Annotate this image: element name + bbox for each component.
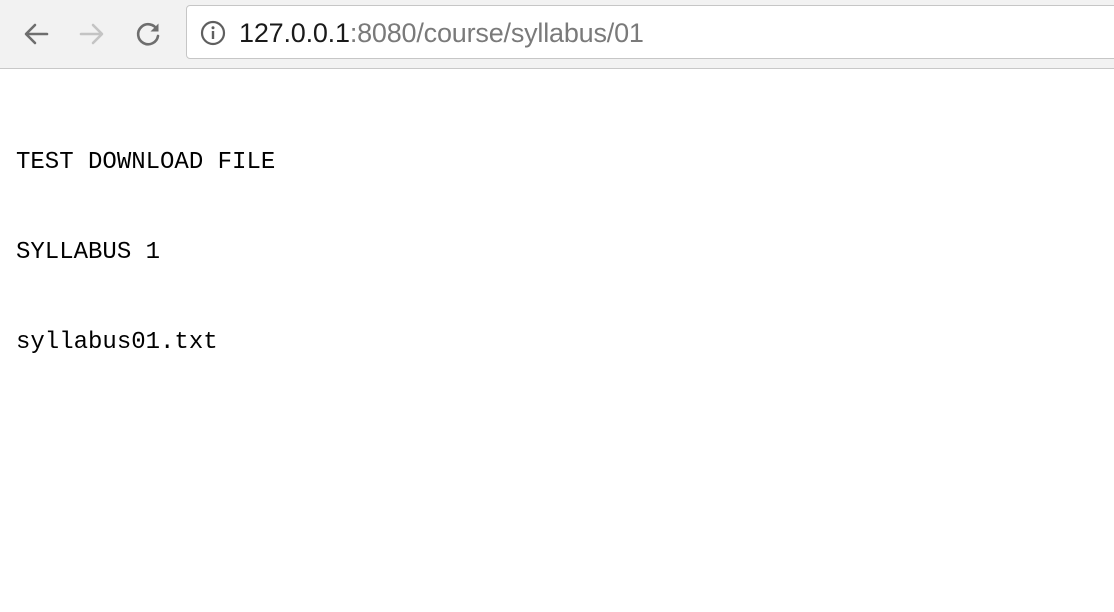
back-button[interactable] xyxy=(16,14,56,54)
text-line: TEST DOWNLOAD FILE xyxy=(16,149,276,176)
page-content: TEST DOWNLOAD FILE SYLLABUS 1 syllabus01… xyxy=(16,88,275,388)
url-host: 127.0.0.1 xyxy=(239,18,350,48)
url-path: :8080/course/syllabus/01 xyxy=(349,18,644,48)
browser-toolbar: 127.0.0.1:8080/course/syllabus/01 xyxy=(0,0,1114,69)
url-text[interactable]: 127.0.0.1:8080/course/syllabus/01 xyxy=(239,6,644,60)
arrow-right-icon xyxy=(79,23,104,45)
forward-button[interactable] xyxy=(72,14,112,54)
info-icon[interactable] xyxy=(200,20,226,46)
reload-button[interactable] xyxy=(128,14,168,54)
address-bar[interactable]: 127.0.0.1:8080/course/syllabus/01 xyxy=(186,5,1114,59)
text-line: syllabus01.txt xyxy=(16,329,218,356)
reload-icon xyxy=(136,23,160,46)
text-line: SYLLABUS 1 xyxy=(16,239,161,266)
arrow-left-icon xyxy=(24,23,49,45)
